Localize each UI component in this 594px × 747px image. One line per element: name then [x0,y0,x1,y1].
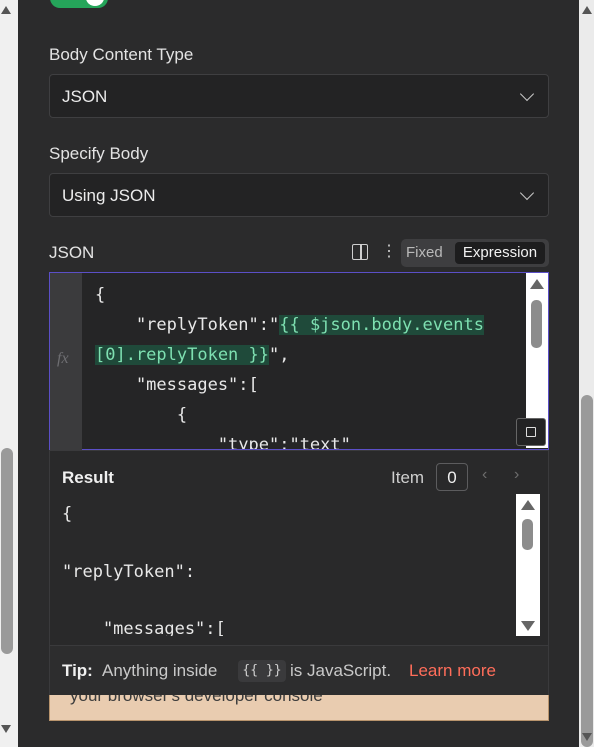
split-panel-icon-divider [360,245,362,260]
mode-fixed-option[interactable]: Fixed [406,244,443,261]
tip-code-snippet: {{ }} [238,660,286,682]
scroll-down-arrow-icon[interactable] [521,621,535,631]
result-line: "replyToken": [62,562,196,582]
code-line: "type":"text" [95,435,351,449]
warning-text: your browser's developer console [70,695,323,705]
code-line: { [95,285,106,305]
expand-icon [526,427,536,437]
item-index-input[interactable]: 0 [436,463,468,491]
body-content-type-select[interactable]: JSON [49,74,549,118]
result-scrollbar-thumb[interactable] [522,519,533,550]
scroll-down-arrow-icon[interactable] [582,733,592,741]
expression-highlight: {{ $json.body.events [279,315,484,335]
item-label: Item [391,468,425,487]
result-code-area: { "replyToken": "messages":[ [50,494,516,636]
body-content-type-label: Body Content Type [49,45,194,64]
left-scrollbar-thumb[interactable] [1,448,13,654]
code-text: "replyToken":" [95,315,280,335]
function-fx-icon: fx [57,350,69,367]
scroll-up-arrow-icon[interactable] [521,500,535,510]
body-content-type-value: JSON [62,87,108,106]
specify-body-label: Specify Body [49,144,149,163]
expression-highlight: [0].replyToken }} [95,345,269,365]
chevron-left-icon[interactable]: ‹ [482,466,487,484]
code-line: { [95,405,188,425]
result-line: { [62,504,73,524]
code-line: "messages":[ [95,375,259,395]
scroll-up-arrow-icon[interactable] [530,279,544,289]
chevron-right-icon[interactable]: › [514,466,519,484]
scroll-up-arrow-icon[interactable] [1,6,11,14]
specify-body-select[interactable]: Using JSON [49,173,549,217]
chevron-down-icon [519,86,535,102]
result-title: Result [62,468,114,487]
more-options-icon[interactable]: ⋮ [381,243,397,261]
code-text: ", [269,345,290,365]
chevron-down-icon [519,185,535,201]
scroll-down-arrow-icon[interactable] [1,725,11,733]
specify-body-value: Using JSON [62,186,156,205]
editor-scrollbar-thumb[interactable] [531,300,542,348]
scroll-up-arrow-icon[interactable] [582,6,592,14]
code-line: "replyToken":"{{ $json.body.events [95,315,484,335]
result-line: "messages":[ [62,619,226,636]
mode-expression-option[interactable]: Expression [455,242,545,264]
learn-more-link[interactable]: Learn more [409,661,496,681]
warning-notice: your browser's developer console [49,695,549,721]
right-scrollbar-thumb[interactable] [581,395,593,747]
tip-text: Anything inside [102,661,218,680]
result-scrollbar[interactable] [516,494,540,636]
tip-label: Tip: [62,661,93,680]
code-line: [0].replyToken }}", [95,345,289,365]
json-code-area[interactable]: { "replyToken":"{{ $json.body.events [0]… [84,273,525,449]
tip-text: is JavaScript. [290,661,392,680]
json-label: JSON [49,243,95,262]
